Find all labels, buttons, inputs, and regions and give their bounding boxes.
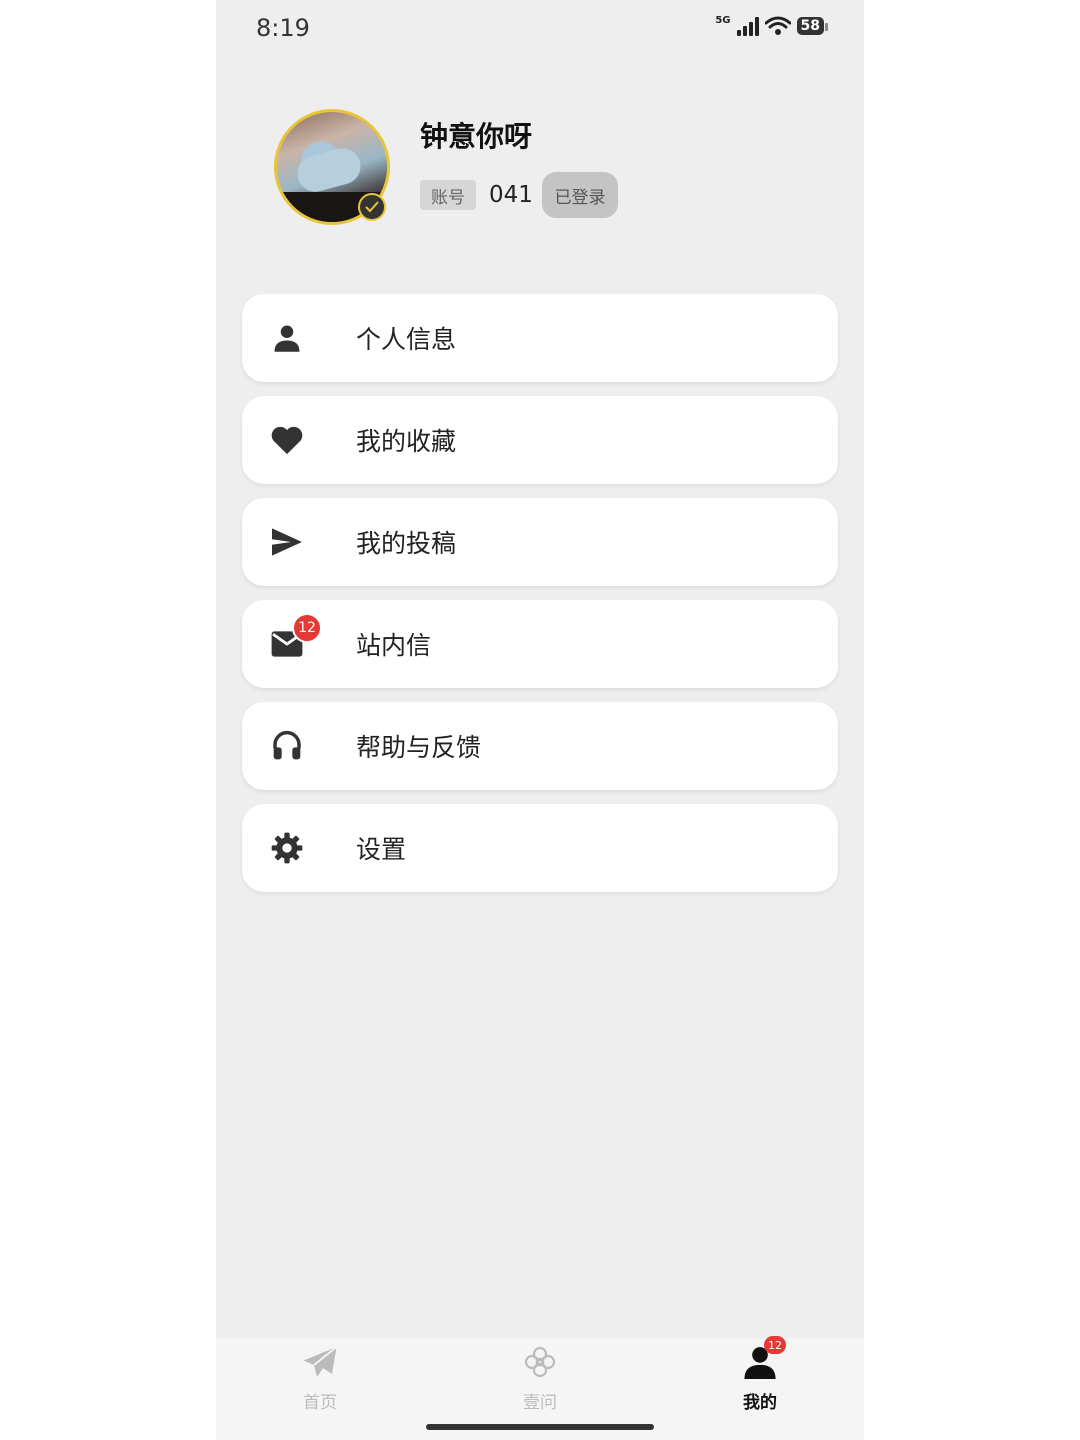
verified-icon [358, 193, 386, 221]
flower-icon [520, 1342, 560, 1382]
account-tag: 账号 [420, 180, 476, 210]
phone-screen: 8:19 5G 58 钟意你呀 账号 041 已登录 个人信息 我的收藏 我的投… [216, 0, 864, 1440]
menu-label: 我的投稿 [356, 529, 457, 558]
menu-item-submissions[interactable]: 我的投稿 [242, 498, 838, 586]
menu-label: 我的收藏 [356, 427, 457, 456]
home-indicator[interactable] [426, 1424, 654, 1430]
account-number: 041 [489, 182, 533, 208]
tab-label: 壹问 [523, 1393, 557, 1413]
user-nickname: 钟意你呀 [420, 120, 533, 153]
battery-icon: 58 [796, 17, 829, 35]
gear-icon [268, 829, 306, 867]
menu-item-help-feedback[interactable]: 帮助与反馈 [242, 702, 838, 790]
avatar-figure [293, 144, 365, 196]
tab-badge: 12 [764, 1336, 786, 1354]
person-icon [268, 319, 306, 357]
menu-item-messages[interactable]: 12 站内信 [242, 600, 838, 688]
login-status-badge[interactable]: 已登录 [542, 172, 618, 218]
menu-label: 帮助与反馈 [356, 733, 482, 762]
menu-item-settings[interactable]: 设置 [242, 804, 838, 892]
tab-label: 我的 [743, 1393, 777, 1413]
signal-icon [736, 16, 759, 36]
headphones-icon [268, 727, 306, 765]
status-time: 8:19 [256, 14, 310, 42]
status-icons: 5G 58 [715, 14, 829, 36]
tab-home[interactable]: 首页 [260, 1338, 380, 1418]
menu-label: 个人信息 [356, 325, 457, 354]
tab-label: 首页 [303, 1393, 337, 1413]
menu-label: 站内信 [356, 631, 432, 660]
menu-item-personal-info[interactable]: 个人信息 [242, 294, 838, 382]
unread-badge: 12 [292, 613, 322, 643]
heart-icon [268, 421, 306, 459]
tab-ask[interactable]: 壹问 [480, 1338, 600, 1418]
wifi-icon [764, 16, 791, 35]
send-icon [268, 523, 306, 561]
tab-mine[interactable]: 12 我的 [700, 1336, 820, 1418]
menu-label: 设置 [356, 835, 407, 864]
user-icon: 12 [740, 1336, 786, 1382]
mail-icon: 12 [268, 613, 322, 663]
paper-plane-icon [300, 1342, 340, 1382]
network-type: 5G [715, 14, 731, 26]
menu-item-favorites[interactable]: 我的收藏 [242, 396, 838, 484]
